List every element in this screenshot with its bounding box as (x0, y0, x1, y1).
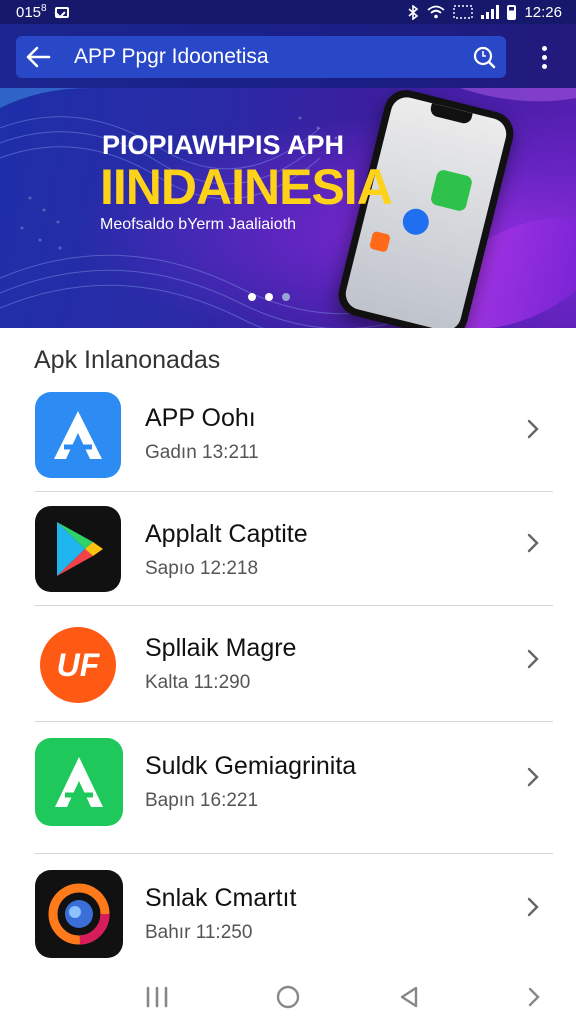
home-icon (276, 985, 300, 1009)
phone-app-orange-icon (369, 230, 391, 253)
status-left: 0158 (16, 3, 69, 21)
nav-back-button[interactable] (394, 982, 424, 1012)
message-icon (54, 6, 69, 18)
more-options-button[interactable] (526, 36, 562, 78)
a-logo-blue-icon (35, 392, 121, 478)
recents-icon (146, 986, 168, 1008)
app-meta: Sapıo 12:218 (145, 558, 259, 579)
carousel-dot[interactable] (282, 293, 290, 301)
carousel-dot[interactable] (265, 293, 273, 301)
promo-banner[interactable]: PIOPIAWHPIS APH IINDAINESIA Meofsaldo bY… (0, 88, 576, 328)
battery-icon (507, 4, 517, 20)
search-bar[interactable]: APP Ppgr Idoonetisa (16, 36, 506, 78)
system-nav-bar (0, 968, 576, 1024)
back-triangle-icon (400, 986, 418, 1008)
app-name: Snlak Cmartıt (145, 884, 297, 912)
signal-icon (481, 5, 500, 19)
banner-subtitle: Meofsaldo bYerm Jaaliaioth (100, 216, 296, 233)
carousel-dot[interactable] (248, 293, 256, 301)
chevron-right-icon (522, 766, 544, 788)
carousel-dots[interactable] (248, 293, 290, 301)
status-time: 12:26 (524, 3, 562, 21)
list-item-app-2[interactable]: UF Spllaik Magre Kalta 11:290 (0, 608, 576, 722)
nav-forward-button[interactable] (519, 982, 549, 1012)
search-icon (473, 46, 496, 69)
app-name: APP Oohı (145, 404, 256, 432)
back-button[interactable] (16, 36, 60, 78)
status-bar: 0158 12:26 (0, 0, 576, 24)
wifi-icon (427, 5, 446, 19)
chevron-right-icon (522, 532, 544, 554)
app-bar: APP Ppgr Idoonetisa (0, 24, 576, 88)
list-divider (35, 853, 553, 854)
list-item-app-3[interactable]: Suldk Gemiagrinita Bapın 16:221 (0, 724, 576, 854)
svg-text:UF: UF (57, 647, 101, 683)
banner-kicker: PIOPIAWHPIS APH (102, 130, 345, 160)
status-left-text: 0158 (16, 3, 47, 21)
ring-logo-icon (35, 870, 123, 958)
list-item-app-1[interactable]: Applalt Captite Sapıo 12:218 (0, 494, 576, 606)
page-title[interactable]: APP Ppgr Idoonetisa (74, 45, 462, 69)
status-left-number: 015 (16, 4, 42, 21)
recents-button[interactable] (142, 982, 172, 1012)
status-right: 12:26 (407, 4, 562, 21)
banner-headline: IINDAINESIA (100, 159, 393, 215)
app-meta: Bapın 16:221 (145, 790, 259, 811)
list-item-app-0[interactable]: APP Oohı Gadın 13:211 (0, 380, 576, 492)
app-name: Suldk Gemiagrinita (145, 752, 357, 780)
play-store-icon (35, 506, 121, 592)
status-left-superscript: 8 (41, 3, 47, 14)
list-item-app-4[interactable]: Snlak Cmartıt Bahır 11:250 (0, 856, 576, 968)
app-meta: Kalta 11:290 (145, 672, 251, 693)
data-network-icon (453, 5, 474, 19)
search-button[interactable] (462, 36, 506, 78)
section-title: Apk Inlanonadas (34, 346, 221, 374)
a-logo-green-icon (35, 738, 123, 826)
bluetooth-icon (408, 4, 419, 20)
phone-app-blue-icon (400, 206, 432, 238)
arrow-left-icon (26, 46, 51, 68)
chevron-right-icon (528, 987, 540, 1007)
chevron-right-icon (522, 896, 544, 918)
app-meta: Gadın 13:211 (145, 442, 259, 463)
phone-app-green-icon (429, 168, 474, 213)
more-vert-icon (541, 45, 547, 51)
app-name: Applalt Captite (145, 520, 308, 548)
app-meta: Bahır 11:250 (145, 922, 253, 943)
list-divider (35, 721, 553, 722)
home-button[interactable] (273, 982, 303, 1012)
uf-logo-icon: UF (35, 622, 121, 708)
list-divider (35, 491, 553, 492)
chevron-right-icon (522, 418, 544, 440)
app-name: Spllaik Magre (145, 634, 297, 662)
chevron-right-icon (522, 648, 544, 670)
phone-notch (429, 103, 473, 125)
list-divider (35, 605, 553, 606)
